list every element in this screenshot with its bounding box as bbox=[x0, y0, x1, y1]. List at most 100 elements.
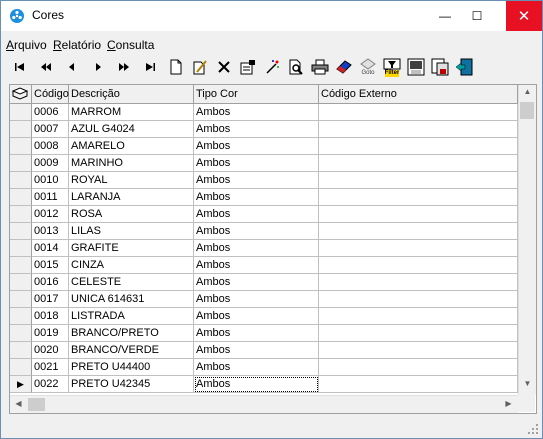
cell-codigo[interactable]: 0009 bbox=[32, 155, 69, 172]
prior-page-button[interactable] bbox=[35, 56, 57, 78]
column-header-codigo[interactable]: Código bbox=[32, 85, 69, 104]
cell-codigo-externo[interactable] bbox=[319, 274, 518, 291]
close-button[interactable]: ✕ bbox=[506, 1, 542, 31]
cell-tipo-cor[interactable]: Ambos bbox=[194, 291, 319, 308]
row-indicator[interactable] bbox=[10, 155, 32, 172]
cell-descricao[interactable]: CELESTE bbox=[69, 274, 194, 291]
cell-tipo-cor[interactable]: Ambos bbox=[194, 257, 319, 274]
table-row[interactable]: 0012 ROSA Ambos bbox=[10, 206, 518, 223]
scroll-right-icon[interactable]: ▶ bbox=[500, 399, 517, 408]
cell-codigo-externo[interactable] bbox=[319, 172, 518, 189]
cell-codigo-externo[interactable] bbox=[319, 206, 518, 223]
resize-grip-icon[interactable] bbox=[527, 423, 539, 435]
table-row[interactable]: 0009 MARINHO Ambos bbox=[10, 155, 518, 172]
cell-descricao[interactable]: LILAS bbox=[69, 223, 194, 240]
cell-descricao[interactable]: AZUL G4024 bbox=[69, 121, 194, 138]
cell-descricao[interactable]: MARINHO bbox=[69, 155, 194, 172]
row-indicator[interactable] bbox=[10, 359, 32, 376]
cell-codigo-externo[interactable] bbox=[319, 121, 518, 138]
row-indicator[interactable] bbox=[10, 257, 32, 274]
row-indicator[interactable] bbox=[10, 308, 32, 325]
menu-relatorio[interactable]: Relatório bbox=[53, 38, 101, 52]
cell-codigo[interactable]: 0019 bbox=[32, 325, 69, 342]
cell-descricao[interactable]: BRANCO/PRETO bbox=[69, 325, 194, 342]
cell-tipo-cor[interactable]: Ambos bbox=[194, 274, 319, 291]
cell-descricao[interactable]: UNICA 614631 bbox=[69, 291, 194, 308]
cell-tipo-cor[interactable]: Ambos bbox=[194, 104, 319, 121]
prior-record-button[interactable] bbox=[61, 56, 83, 78]
table-row[interactable]: 0007 AZUL G4024 Ambos bbox=[10, 121, 518, 138]
next-page-button[interactable] bbox=[113, 56, 135, 78]
column-header-codigo-externo[interactable]: Código Externo bbox=[319, 85, 518, 104]
cell-tipo-cor[interactable]: Ambos bbox=[194, 206, 319, 223]
cell-descricao[interactable]: PRETO U42345 bbox=[69, 376, 194, 393]
cell-tipo-cor[interactable]: Ambos bbox=[194, 240, 319, 257]
row-indicator[interactable] bbox=[10, 325, 32, 342]
cell-tipo-cor[interactable]: Ambos bbox=[194, 138, 319, 155]
table-row[interactable]: 0011 LARANJA Ambos bbox=[10, 189, 518, 206]
cell-descricao[interactable]: ROSA bbox=[69, 206, 194, 223]
cell-tipo-cor[interactable]: Ambos bbox=[194, 342, 319, 359]
cell-codigo[interactable]: 0008 bbox=[32, 138, 69, 155]
cell-codigo-externo[interactable] bbox=[319, 189, 518, 206]
scroll-down-icon[interactable]: ▼ bbox=[519, 379, 536, 388]
row-indicator[interactable] bbox=[10, 240, 32, 257]
cell-codigo-externo[interactable] bbox=[319, 291, 518, 308]
row-indicator[interactable] bbox=[10, 121, 32, 138]
cell-codigo[interactable]: 0020 bbox=[32, 342, 69, 359]
cores-grid[interactable]: Código Descrição Tipo Cor Código Externo… bbox=[9, 84, 537, 414]
row-indicator[interactable] bbox=[10, 274, 32, 291]
preview-button[interactable] bbox=[285, 56, 307, 78]
wizard-button[interactable] bbox=[261, 56, 283, 78]
cell-descricao[interactable]: CINZA bbox=[69, 257, 194, 274]
export-button[interactable] bbox=[405, 56, 427, 78]
table-row[interactable]: 0017 UNICA 614631 Ambos bbox=[10, 291, 518, 308]
last-record-button[interactable] bbox=[139, 56, 161, 78]
print-button[interactable] bbox=[309, 56, 331, 78]
cell-codigo[interactable]: 0014 bbox=[32, 240, 69, 257]
cell-tipo-cor[interactable]: Ambos bbox=[194, 172, 319, 189]
row-indicator[interactable] bbox=[10, 172, 32, 189]
properties-button[interactable] bbox=[237, 56, 259, 78]
eraser-button[interactable] bbox=[333, 56, 355, 78]
filter-button[interactable]: Filter bbox=[381, 56, 403, 78]
row-indicator[interactable]: ▶ bbox=[10, 376, 32, 393]
table-row[interactable]: 0014 GRAFITE Ambos bbox=[10, 240, 518, 257]
table-row[interactable]: 0020 BRANCO/VERDE Ambos bbox=[10, 342, 518, 359]
row-indicator[interactable] bbox=[10, 342, 32, 359]
goto-button[interactable]: Goto bbox=[357, 56, 379, 78]
row-indicator[interactable] bbox=[10, 189, 32, 206]
table-row[interactable]: 0018 LISTRADA Ambos bbox=[10, 308, 518, 325]
cell-tipo-cor[interactable]: Ambos bbox=[194, 121, 319, 138]
table-row[interactable]: 0013 LILAS Ambos bbox=[10, 223, 518, 240]
minimize-button[interactable]: — bbox=[429, 1, 461, 31]
cell-codigo[interactable]: 0006 bbox=[32, 104, 69, 121]
vertical-scrollbar[interactable]: ▲ ▼ bbox=[518, 85, 536, 395]
cell-codigo-externo[interactable] bbox=[319, 240, 518, 257]
cell-codigo-externo[interactable] bbox=[319, 257, 518, 274]
cell-codigo[interactable]: 0022 bbox=[32, 376, 69, 393]
table-row[interactable]: ▶ 0022 PRETO U42345 Ambos bbox=[10, 376, 518, 393]
cell-tipo-cor[interactable]: Ambos bbox=[194, 155, 319, 172]
row-indicator[interactable] bbox=[10, 104, 32, 121]
row-indicator[interactable] bbox=[10, 206, 32, 223]
cell-codigo-externo[interactable] bbox=[319, 138, 518, 155]
menu-consulta[interactable]: Consulta bbox=[107, 38, 154, 52]
row-indicator[interactable] bbox=[10, 291, 32, 308]
horizontal-scroll-thumb[interactable] bbox=[28, 398, 45, 411]
cell-descricao[interactable]: GRAFITE bbox=[69, 240, 194, 257]
cell-descricao[interactable]: LISTRADA bbox=[69, 308, 194, 325]
table-row[interactable]: 0010 ROYAL Ambos bbox=[10, 172, 518, 189]
first-record-button[interactable] bbox=[9, 56, 31, 78]
table-row[interactable]: 0021 PRETO U44400 Ambos bbox=[10, 359, 518, 376]
cell-codigo-externo[interactable] bbox=[319, 223, 518, 240]
cell-codigo-externo[interactable] bbox=[319, 376, 518, 393]
cell-tipo-cor[interactable]: Ambos bbox=[194, 325, 319, 342]
cell-tipo-cor[interactable]: Ambos bbox=[194, 359, 319, 376]
cell-codigo[interactable]: 0018 bbox=[32, 308, 69, 325]
menu-arquivo[interactable]: Arquivo bbox=[6, 38, 47, 52]
scroll-left-icon[interactable]: ◀ bbox=[10, 399, 27, 408]
cell-codigo[interactable]: 0011 bbox=[32, 189, 69, 206]
cell-codigo-externo[interactable] bbox=[319, 308, 518, 325]
cell-descricao[interactable]: MARROM bbox=[69, 104, 194, 121]
